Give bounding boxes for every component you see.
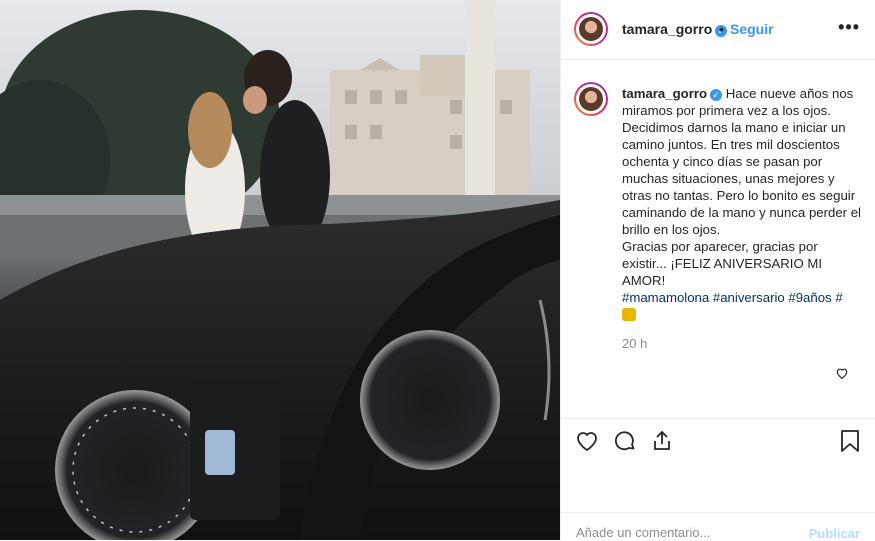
comment-icon[interactable] xyxy=(613,429,637,453)
caption-hashtags[interactable]: #mamamolona #aniversario #9años # xyxy=(622,289,862,306)
author-name-row: tamara_gorro ✓ xyxy=(622,21,728,39)
post-time[interactable]: 20 h xyxy=(622,336,647,351)
caption-text-3: Gracias por aparecer, gracias por existi… xyxy=(622,239,823,288)
author-avatar[interactable] xyxy=(574,12,608,46)
photo-scene xyxy=(0,0,560,540)
post-photo[interactable] xyxy=(0,0,560,540)
more-options-icon[interactable]: ••• xyxy=(838,17,860,38)
emoji-icon xyxy=(622,308,636,321)
caption-username[interactable]: tamara_gorro xyxy=(622,86,707,101)
caption-text-2: Decidimos darnos la mano e iniciar un ca… xyxy=(622,120,861,237)
post-side-panel: tamara_gorro ✓ • Seguir ••• tamara_gorro ✓… xyxy=(560,0,875,541)
bookmark-icon[interactable] xyxy=(839,429,861,453)
verified-badge-icon: ✓ xyxy=(710,89,723,101)
avatar-image xyxy=(579,17,603,41)
caption-avatar-image xyxy=(579,87,603,111)
comment-bar: Publicar xyxy=(561,512,875,541)
publish-button[interactable]: Publicar xyxy=(809,526,860,541)
action-bar xyxy=(561,418,875,464)
follow-button[interactable]: Seguir xyxy=(730,21,774,37)
post-caption: tamara_gorro ✓ Hace nueve años nos miramo… xyxy=(622,85,862,325)
share-icon[interactable] xyxy=(650,429,674,453)
author-username[interactable]: tamara_gorro xyxy=(622,21,712,37)
header-separator: • xyxy=(719,21,724,37)
post-header: tamara_gorro ✓ • Seguir ••• xyxy=(561,0,875,60)
comment-input[interactable] xyxy=(576,525,776,540)
heart-icon[interactable] xyxy=(575,429,599,453)
caption-avatar[interactable] xyxy=(574,82,608,116)
caption-like-heart-icon[interactable] xyxy=(835,366,849,380)
